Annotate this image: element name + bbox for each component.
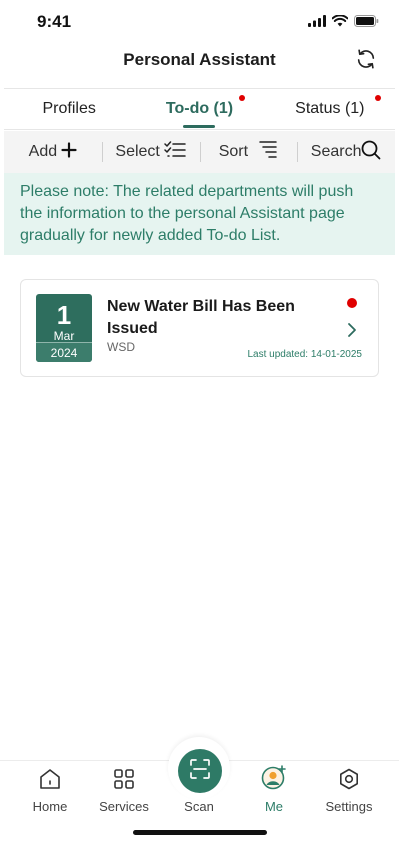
unread-dot (347, 298, 357, 308)
nav-settings[interactable]: Settings (311, 761, 387, 814)
notification-dot (374, 95, 381, 101)
sort-label: Sort (218, 143, 249, 160)
status-bar: 9:41 (0, 0, 399, 44)
app-header: Personal Assistant (0, 44, 399, 88)
page-title: Personal Assistant (123, 50, 276, 69)
tab-label: To-do (1) (165, 100, 234, 117)
checklist-icon (164, 140, 186, 164)
active-tab-indicator (183, 125, 216, 128)
home-indicator (133, 830, 267, 835)
sort-icon (258, 140, 278, 165)
search-icon (361, 140, 381, 165)
battery-icon (354, 14, 379, 32)
last-updated: Last updated: 14-01-2025 (247, 349, 362, 360)
search-label: Search (310, 143, 362, 160)
nav-me[interactable]: Me (236, 761, 312, 814)
settings-icon (338, 768, 360, 795)
tab-todo[interactable]: To-do (1) (134, 89, 264, 129)
sort-button[interactable]: Sort (199, 131, 298, 173)
chevron-right-icon (345, 322, 359, 338)
notification-dot (238, 95, 245, 101)
tab-label: Profiles (42, 100, 96, 117)
notice-text: Please note: The related departments wil… (20, 183, 354, 244)
status-time: 9:41 (37, 12, 72, 31)
tab-status[interactable]: Status (1) (265, 89, 395, 129)
date-month: Mar (53, 329, 75, 343)
tab-bar: Profiles To-do (1) Status (1) (4, 88, 395, 130)
plus-icon (61, 141, 77, 163)
add-button[interactable]: Add (4, 131, 102, 173)
bottom-nav: Home Services Scan Me Settings (0, 737, 399, 852)
todo-title: New Water Bill Has Been Issued (107, 298, 295, 337)
tab-label: Status (1) (295, 100, 365, 117)
nav-scan[interactable]: Scan (161, 761, 237, 814)
grid-icon (113, 768, 135, 795)
home-icon (39, 768, 61, 795)
date-year: 2024 (36, 342, 92, 362)
info-notice: Please note: The related departments wil… (4, 173, 395, 255)
refresh-icon (355, 48, 377, 75)
status-icons (308, 14, 379, 32)
select-button[interactable]: Select (101, 131, 200, 173)
nav-label: Settings (325, 799, 373, 814)
nav-home[interactable]: Home (12, 761, 88, 814)
nav-label: Home (32, 799, 68, 814)
refresh-button[interactable] (353, 48, 379, 74)
action-toolbar: Add Select Sort Search (4, 131, 395, 173)
date-day: 1 (56, 300, 72, 330)
profile-icon (261, 764, 287, 795)
nav-label: Me (264, 799, 284, 814)
nav-label: Services (99, 799, 149, 814)
nav-label: Scan (184, 799, 214, 814)
todo-source: WSD (107, 340, 135, 354)
todo-card[interactable]: 1 Mar 2024 New Water Bill Has Been Issue… (20, 279, 379, 377)
tab-profiles[interactable]: Profiles (4, 89, 134, 129)
signal-icon (308, 14, 326, 32)
date-badge: 1 Mar 2024 (36, 294, 92, 362)
search-button[interactable]: Search (297, 131, 395, 173)
add-label: Add (28, 143, 58, 160)
nav-services[interactable]: Services (86, 761, 162, 814)
wifi-icon (331, 14, 349, 32)
select-label: Select (115, 143, 160, 160)
